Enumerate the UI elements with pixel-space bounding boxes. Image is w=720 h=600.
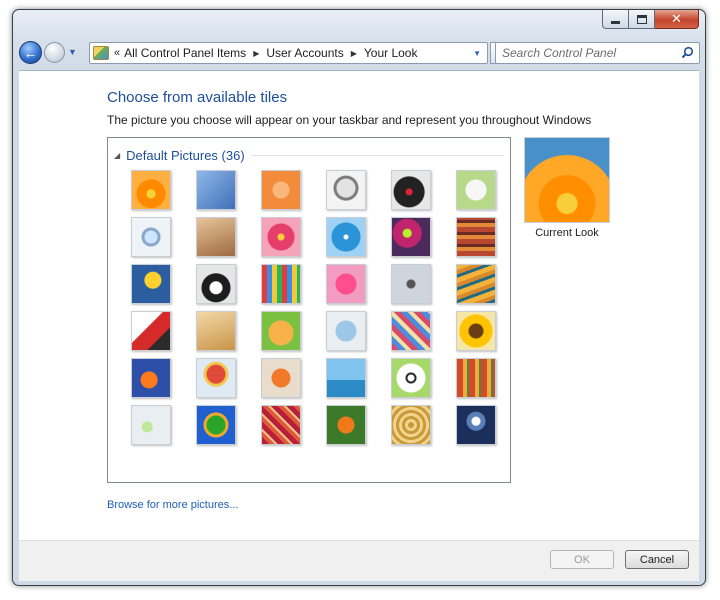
back-button[interactable]: ←	[19, 41, 42, 64]
picture-tiles-list: ◢ Default Pictures (36)	[107, 137, 511, 483]
picture-tile-lucky-cat[interactable]	[456, 170, 496, 210]
page-description: The picture you choose will appear on yo…	[107, 113, 592, 127]
address-bar[interactable]: « All Control Panel Items ▶ User Account…	[89, 42, 488, 64]
picture-tile-goldfish[interactable]	[131, 358, 171, 398]
back-arrow-icon: ←	[23, 44, 38, 61]
picture-tile-sailboat[interactable]	[326, 358, 366, 398]
group-header[interactable]: ◢ Default Pictures (36)	[114, 146, 504, 164]
search-input[interactable]	[496, 43, 676, 63]
picture-tile-umbrellas[interactable]	[391, 311, 431, 351]
control-panel-window: ✕ ← ▼ « All Control Panel Items ▶ User A…	[12, 9, 706, 586]
tile-grid	[131, 170, 496, 445]
picture-tile-lighthouse[interactable]	[456, 405, 496, 445]
minimize-icon	[611, 20, 620, 24]
search-box[interactable]	[495, 42, 700, 64]
picture-tile-record-player[interactable]	[391, 170, 431, 210]
picture-tile-sunflower[interactable]	[456, 311, 496, 351]
group-title: Default Pictures (36)	[126, 147, 245, 163]
breadcrumb-separator-icon[interactable]: ▶	[253, 49, 259, 58]
current-picture	[524, 137, 610, 223]
picture-tile-fabric-stack[interactable]	[456, 217, 496, 257]
close-button[interactable]: ✕	[655, 10, 699, 29]
picture-tile-gyroscope[interactable]	[131, 217, 171, 257]
picture-tile-butterfly[interactable]	[326, 405, 366, 445]
breadcrumb-your-look[interactable]: Your Look	[364, 46, 418, 60]
picture-tile-starfish[interactable]	[261, 170, 301, 210]
picture-tile-orange-daisy[interactable]	[131, 170, 171, 210]
address-dropdown-icon[interactable]: ▼	[473, 49, 481, 58]
cancel-button[interactable]: Cancel	[625, 550, 689, 569]
ok-button[interactable]: OK	[550, 550, 614, 569]
maximize-icon	[636, 14, 647, 24]
chevron-left-double-icon[interactable]: «	[114, 47, 120, 59]
picture-tile-fabric-red[interactable]	[456, 358, 496, 398]
close-icon: ✕	[671, 11, 682, 27]
picture-tile-pink-star[interactable]	[326, 264, 366, 304]
current-look-label: Current Look	[535, 227, 599, 239]
picture-tile-yellow-stairs[interactable]	[456, 264, 496, 304]
picture-tile-yellow-leaf[interactable]	[131, 264, 171, 304]
caption-buttons: ✕	[602, 10, 699, 29]
breadcrumb-separator-icon[interactable]: ▶	[351, 49, 357, 58]
picture-tile-guitar[interactable]	[196, 311, 236, 351]
chevron-down-icon: ▼	[68, 47, 77, 57]
breadcrumb-all-control-panel-items[interactable]: All Control Panel Items	[124, 46, 246, 60]
forward-button[interactable]	[44, 42, 65, 63]
picture-tile-crayons[interactable]	[261, 264, 301, 304]
picture-tile-fish-ornament[interactable]	[261, 358, 301, 398]
picture-tile-jacks[interactable]	[391, 264, 431, 304]
minimize-button[interactable]	[602, 10, 629, 29]
page-title: Choose from available tiles	[107, 89, 288, 106]
picture-tile-woven-pattern[interactable]	[261, 405, 301, 445]
dialog-footer: OK Cancel	[19, 540, 699, 581]
picture-tile-dog[interactable]	[196, 264, 236, 304]
control-panel-icon	[93, 46, 109, 60]
browse-more-pictures-link[interactable]: Browse for more pictures...	[107, 499, 238, 511]
group-divider	[251, 154, 504, 156]
picture-tile-origami-crane[interactable]	[131, 311, 171, 351]
picture-tile-green-window[interactable]	[196, 405, 236, 445]
picture-tile-soccer-ball[interactable]	[391, 358, 431, 398]
picture-tile-green-ball[interactable]	[391, 217, 431, 257]
picture-tile-robot-figure[interactable]	[326, 170, 366, 210]
collapse-triangle-icon[interactable]: ◢	[114, 151, 120, 160]
picture-tile-robot-toy[interactable]	[326, 311, 366, 351]
content-pane: Choose from available tiles The picture …	[19, 70, 699, 540]
picture-tile-marbles[interactable]	[131, 405, 171, 445]
maximize-button[interactable]	[629, 10, 655, 29]
picture-tile-spiral-basket[interactable]	[391, 405, 431, 445]
picture-tile-pink-flower[interactable]	[261, 217, 301, 257]
picture-tile-hot-air-balloon[interactable]	[196, 358, 236, 398]
navigation-bar: ← ▼ « All Control Panel Items ▶ User Acc…	[17, 38, 701, 68]
breadcrumb-user-accounts[interactable]: User Accounts	[266, 46, 343, 60]
picture-tile-pomeranian[interactable]	[261, 311, 301, 351]
picture-tile-pinwheel[interactable]	[326, 217, 366, 257]
picture-tile-kitten[interactable]	[196, 217, 236, 257]
picture-tile-white-ferris-wheel[interactable]	[196, 170, 236, 210]
recent-pages-dropdown[interactable]: ▼	[68, 47, 77, 57]
search-icon[interactable]	[681, 46, 694, 59]
